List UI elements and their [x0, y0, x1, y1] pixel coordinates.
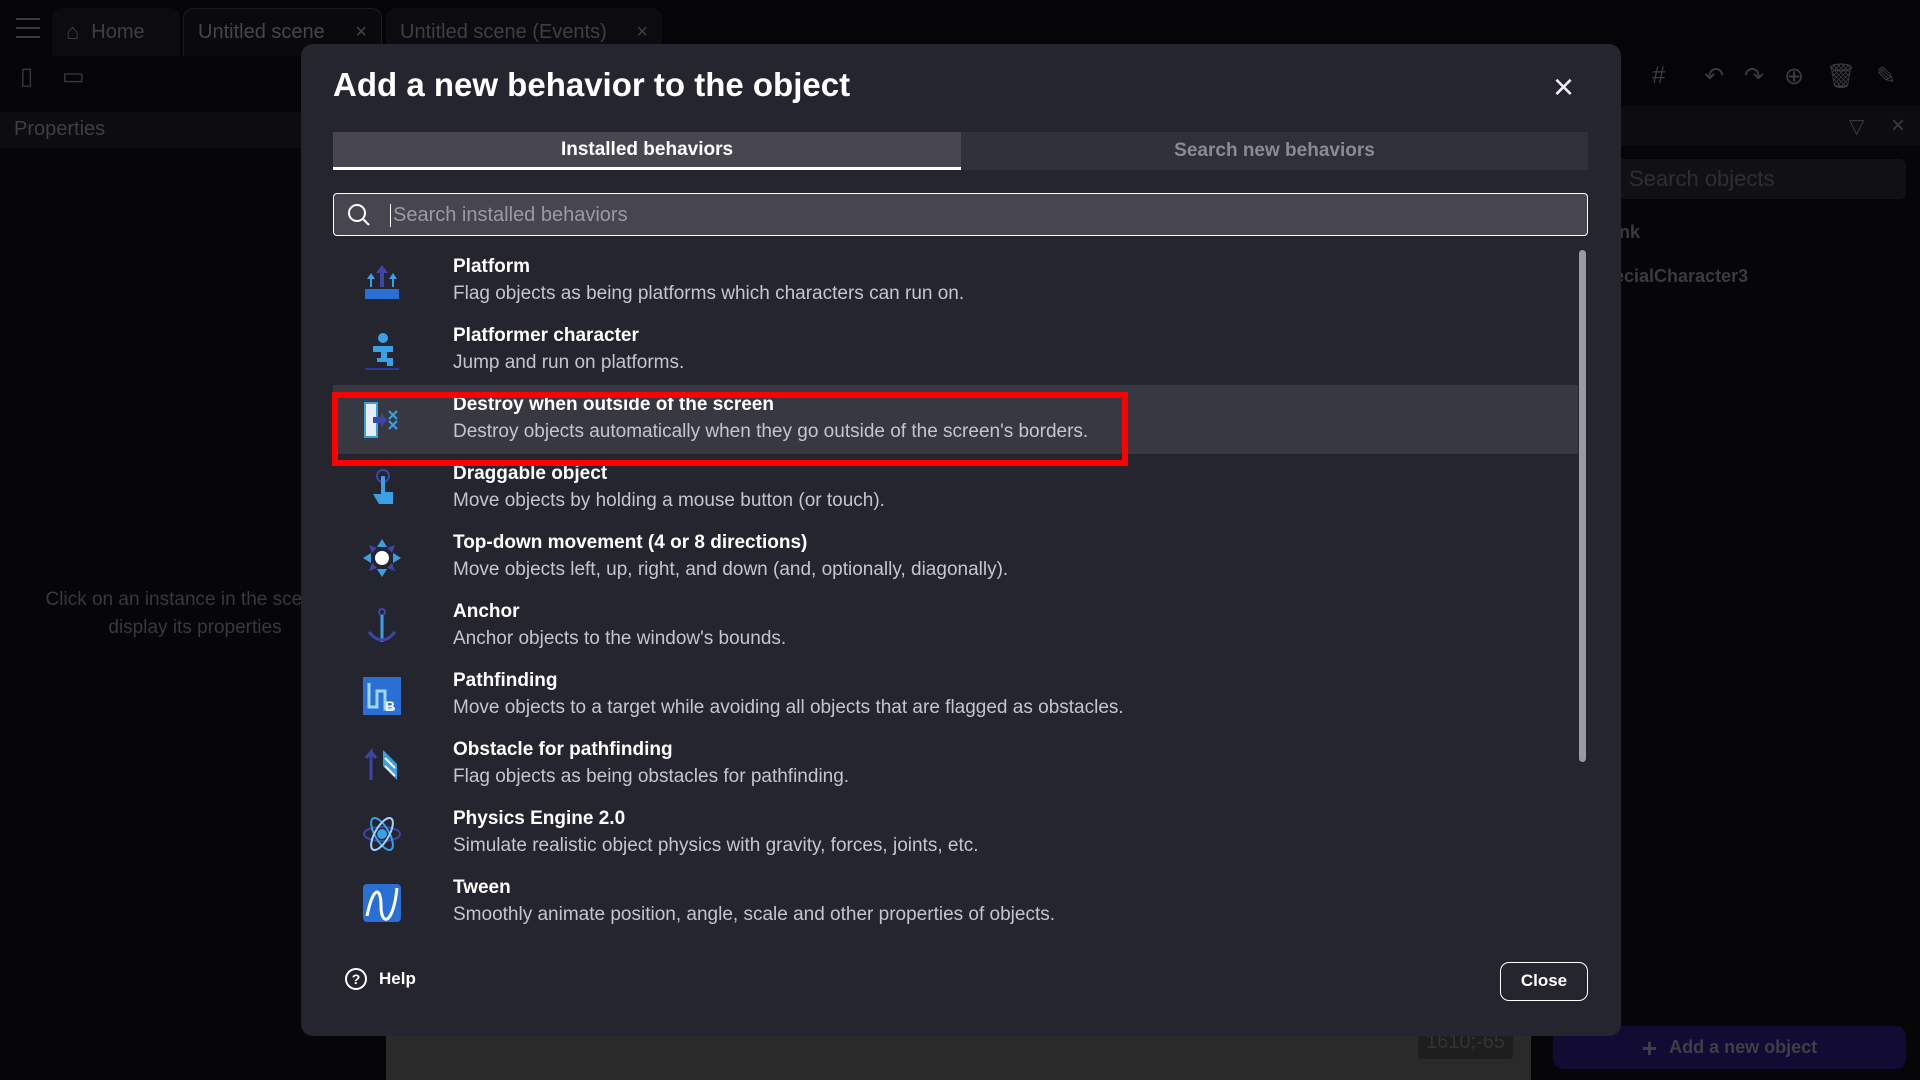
tab-search-new-behaviors[interactable]: Search new behaviors [961, 132, 1588, 170]
behavior-item[interactable]: Obstacle for pathfinding Flag objects as … [333, 730, 1578, 799]
help-button[interactable]: ? Help [345, 968, 416, 990]
edit-icon[interactable]: ✎ [1876, 62, 1896, 91]
behavior-description: Smoothly animate position, angle, scale … [453, 904, 1056, 925]
pathfinding-icon: B [363, 677, 401, 715]
close-tab-icon[interactable]: × [636, 21, 648, 44]
behavior-item[interactable]: Platformer character Jump and run on plat… [333, 316, 1578, 385]
svg-text:B: B [385, 698, 395, 714]
behavior-name: Anchor [453, 601, 520, 622]
grid-icon[interactable]: # [1652, 62, 1665, 90]
redo-icon[interactable]: ↷ [1744, 62, 1764, 91]
home-icon: ⌂ [66, 19, 80, 44]
anchor-icon [367, 608, 397, 642]
search-objects-input[interactable]: Search objects [1593, 159, 1906, 199]
behavior-description: Anchor objects to the window's bounds. [453, 628, 787, 649]
platformer-character-icon [365, 333, 399, 370]
tab-installed-behaviors[interactable]: Installed behaviors [333, 132, 961, 170]
undo-icon[interactable]: ↶ [1704, 62, 1724, 91]
behavior-description: Move objects to a target while avoiding … [453, 697, 1124, 718]
filter-icon[interactable]: ▽ [1849, 114, 1864, 139]
behavior-description: Flag objects as being obstacles for path… [453, 766, 850, 787]
behavior-name: Tween [453, 877, 511, 898]
highlight-box [332, 392, 1128, 466]
topdown-icon [363, 539, 401, 577]
dialog-title: Add a new behavior to the object [333, 66, 851, 103]
layout-icon[interactable]: ▯ [20, 62, 33, 91]
behavior-item[interactable]: B Pathfinding Move objects to a target whi… [333, 661, 1578, 730]
behavior-item[interactable]: Tween Smoothly animate position, angle, s… [333, 868, 1578, 925]
search-icon [348, 204, 370, 226]
behavior-name: Physics Engine 2.0 [453, 808, 626, 829]
platform-icon [365, 265, 399, 299]
draggable-icon [373, 469, 393, 504]
behavior-name: Pathfinding [453, 670, 558, 691]
behavior-name: Obstacle for pathfinding [453, 739, 673, 760]
behavior-item[interactable]: Anchor Anchor objects to the window's bou… [333, 592, 1578, 661]
add-behavior-dialog: Add a new behavior to the object × Insta… [301, 44, 1621, 1036]
behavior-name: Top-down movement (4 or 8 directions) [453, 532, 808, 553]
behavior-description: Move objects by holding a mouse button (… [453, 490, 885, 511]
tab-home[interactable]: ⌂ Home [52, 8, 180, 56]
behavior-name: Platform [453, 256, 531, 277]
obstacle-icon [364, 747, 397, 780]
tween-icon [363, 884, 401, 922]
behavior-name: Draggable object [453, 463, 608, 484]
behavior-item[interactable]: Top-down movement (4 or 8 directions) Mov… [333, 523, 1578, 592]
close-icon[interactable]: × [1553, 66, 1574, 108]
search-behaviors-input[interactable]: Search installed behaviors [333, 193, 1588, 236]
close-button[interactable]: Close [1500, 962, 1588, 1001]
scrollbar[interactable] [1579, 250, 1586, 762]
behavior-description: Jump and run on platforms. [453, 352, 685, 373]
plus-icon: + [1641, 1032, 1658, 1063]
close-tab-icon[interactable]: × [355, 21, 367, 44]
save-icon[interactable]: ▭ [62, 62, 85, 91]
behavior-description: Flag objects as being platforms which ch… [453, 283, 965, 304]
trash-icon[interactable]: 🗑 [1826, 62, 1856, 91]
behavior-item[interactable]: Platform Flag objects as being platforms … [333, 247, 1578, 316]
behavior-name: Platformer character [453, 325, 639, 346]
behavior-list: Platform Flag objects as being platforms … [301, 247, 1621, 925]
behavior-description: Simulate realistic object physics with g… [453, 835, 979, 856]
zoom-icon[interactable]: ⊕ [1784, 62, 1804, 91]
close-panel-icon[interactable]: × [1891, 112, 1905, 140]
physics-icon [363, 817, 401, 851]
behavior-description: Move objects left, up, right, and down (… [453, 559, 1009, 580]
behavior-item[interactable]: Physics Engine 2.0 Simulate realistic obj… [333, 799, 1578, 868]
menu-icon[interactable] [16, 18, 40, 38]
help-icon: ? [345, 968, 367, 990]
